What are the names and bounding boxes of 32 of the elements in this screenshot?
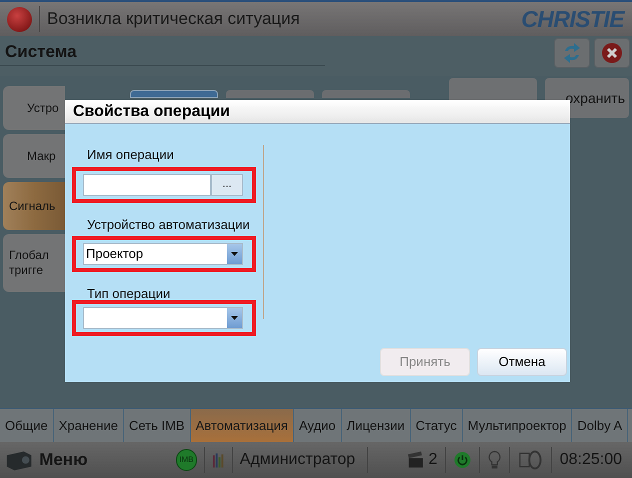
clock-time: 08:25:00 [560,450,622,470]
cancel-button[interactable]: Отмена [477,348,567,376]
side-tab[interactable]: Глобал тригге [3,234,65,292]
brand-logo: CHRISTIE [521,4,624,34]
close-button[interactable] [594,38,630,68]
close-icon [601,42,623,64]
dropdown[interactable] [83,306,243,328]
field-label: Имя операции [87,146,175,164]
refresh-icon [562,42,582,64]
show-count: 2 [428,450,438,470]
field-label: Тип операции [87,285,172,303]
field-label: Устройство автоматизации [87,216,251,234]
film-reel-icon [518,449,543,471]
alert-title: Возникла критическая ситуация [47,8,300,30]
side-tab[interactable]: Макр [3,134,65,178]
side-tab[interactable]: Устро [3,86,65,130]
toolbar-tab[interactable] [130,90,218,98]
imb-status-icon: IMB [176,449,197,471]
dialog-title: Свойства операции [73,102,230,122]
browse-button[interactable]: ... [211,174,243,196]
section-title: Система [5,41,77,63]
alert-indicator-icon [7,6,32,32]
dropdown[interactable]: Проектор [83,243,243,265]
power-icon[interactable] [454,451,472,469]
bottom-tab[interactable]: Автоматизация [190,409,294,442]
name-input[interactable] [83,174,211,196]
user-name[interactable]: Администратор [240,448,356,472]
clapperboard-icon [406,450,425,470]
lightbulb-icon [488,450,502,470]
chart-icon [212,451,225,469]
side-tab[interactable]: Сигналь [3,182,65,230]
menu-label[interactable]: Меню [39,447,88,473]
